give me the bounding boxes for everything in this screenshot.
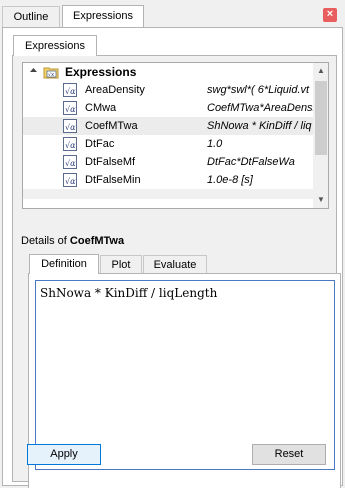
reset-button[interactable]: Reset bbox=[252, 444, 326, 465]
tree-row-dtfalsemin[interactable]: √α DtFalseMin 1.0e-8 [s] bbox=[23, 171, 313, 189]
scroll-down-icon[interactable]: ▼ bbox=[313, 192, 328, 208]
expression-name: CMwa bbox=[85, 102, 117, 114]
expression-value: swg*swl*( 6*Liquid.vt bbox=[207, 84, 310, 96]
expression-name: DtFalseMin bbox=[85, 174, 141, 186]
expression-value: 1.0 bbox=[207, 138, 223, 150]
svg-text:√x: √x bbox=[48, 72, 54, 78]
scroll-thumb[interactable] bbox=[315, 81, 327, 155]
expression-value: DtFac*DtFalseWa bbox=[207, 156, 295, 168]
expression-name: DtFac bbox=[85, 138, 115, 150]
expression-icon: √α bbox=[63, 83, 77, 97]
expression-name: CoefMTwa bbox=[85, 120, 138, 132]
expression-icon: √α bbox=[63, 173, 77, 187]
expression-icon: √α bbox=[63, 155, 77, 169]
tree-row-cmwa[interactable]: √α CMwa CoefMTwa*AreaDensi bbox=[23, 99, 313, 117]
scroll-up-icon[interactable]: ▲ bbox=[313, 63, 328, 79]
expression-icon: √α bbox=[63, 101, 77, 115]
expression-icon: √α bbox=[63, 119, 77, 133]
tree-root-label: Expressions bbox=[65, 65, 137, 79]
tab-evaluate[interactable]: Evaluate bbox=[143, 255, 207, 274]
svg-text:√α: √α bbox=[65, 159, 76, 168]
tree-row-areadensity[interactable]: √α AreaDensity swg*swl*( 6*Liquid.vt bbox=[23, 81, 313, 99]
details-prefix: Details of bbox=[21, 235, 70, 247]
expression-value: 1.0e-8 [s] bbox=[207, 174, 253, 186]
tree-row-dtfac[interactable]: √α DtFac 1.0 bbox=[23, 135, 313, 153]
collapse-toggle-icon[interactable] bbox=[29, 63, 38, 81]
details-heading: Details of CoefMTwa bbox=[21, 235, 124, 247]
view-tab-bar: Outline Expressions × bbox=[0, 0, 345, 28]
expression-name: AreaDensity bbox=[85, 84, 145, 96]
svg-text:√α: √α bbox=[65, 177, 76, 186]
expressions-view: Outline Expressions × Expressions √x Exp… bbox=[0, 0, 345, 488]
svg-text:√α: √α bbox=[65, 123, 76, 132]
svg-text:√α: √α bbox=[65, 87, 76, 96]
vertical-scrollbar[interactable]: ▲ ▼ bbox=[313, 63, 328, 208]
tab-outline[interactable]: Outline bbox=[2, 6, 60, 28]
apply-button[interactable]: Apply bbox=[27, 444, 101, 465]
expression-folder-icon: √x bbox=[43, 65, 59, 79]
expressions-tree: √x Expressions √α AreaDensity swg*swl*( … bbox=[22, 62, 329, 209]
tab-expressions-inner[interactable]: Expressions bbox=[13, 35, 97, 56]
definition-editor[interactable]: ShNowa * KinDiff / liqLength bbox=[35, 280, 335, 470]
expression-value: CoefMTwa*AreaDensi bbox=[207, 102, 313, 114]
svg-text:√α: √α bbox=[65, 105, 76, 114]
tree-root-row[interactable]: √x Expressions bbox=[23, 63, 313, 81]
tab-definition[interactable]: Definition bbox=[29, 254, 99, 274]
expression-value: ShNowa * KinDiff / liq bbox=[207, 120, 312, 132]
expression-name: DtFalseMf bbox=[85, 156, 136, 168]
horizontal-scrollbar[interactable] bbox=[23, 189, 313, 199]
details-name: CoefMTwa bbox=[69, 235, 125, 247]
expression-icon: √α bbox=[63, 137, 77, 151]
tab-expressions[interactable]: Expressions bbox=[62, 5, 144, 28]
tree-row-dtfalsemf[interactable]: √α DtFalseMf DtFac*DtFalseWa bbox=[23, 153, 313, 171]
close-icon[interactable]: × bbox=[323, 8, 337, 22]
svg-text:√α: √α bbox=[65, 141, 76, 150]
expressions-content: √x Expressions √α AreaDensity swg*swl*( … bbox=[12, 55, 341, 488]
tree-row-coefmtwa[interactable]: √α CoefMTwa ShNowa * KinDiff / liq bbox=[23, 117, 313, 135]
tab-plot[interactable]: Plot bbox=[100, 255, 142, 274]
expressions-panel: Expressions √x Expressions √α AreaDensit… bbox=[2, 27, 343, 488]
